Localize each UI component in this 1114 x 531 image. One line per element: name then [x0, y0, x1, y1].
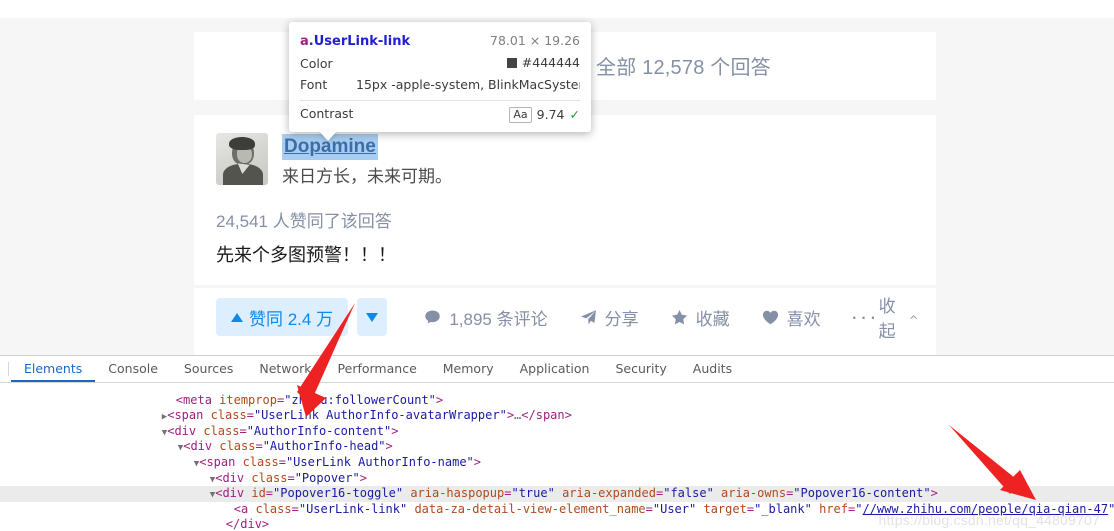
- answer-excerpt-text: 先来个多图预警！！！: [216, 245, 396, 265]
- tab-sources-label: Sources: [183, 360, 234, 376]
- tooltip-color-value: #444444: [521, 55, 580, 70]
- tab-application-label: Application: [519, 360, 590, 376]
- devtools-panel: Elements Console Sources Network Perform…: [0, 355, 1114, 531]
- voters-count-label: 24,541 人赞同了该回答: [216, 212, 392, 231]
- tab-memory-label: Memory: [442, 360, 494, 376]
- triangle-up-icon: [231, 312, 243, 322]
- tooltip-contrast-value-group: Aa 9.74 ✓: [509, 106, 580, 123]
- answer-action-bar: 赞同 2.4 万 1,895 条评论 分享 收藏 喜欢 ··· 收起: [216, 297, 918, 341]
- tooltip-selector-class: .UserLink-link: [308, 34, 411, 49]
- tab-security[interactable]: Security: [602, 356, 679, 382]
- favorite-button[interactable]: 收藏: [671, 305, 730, 330]
- screenshot-root: 全部 12,578 个回答 Dopamine 来日方长，未来可期。 24,541…: [0, 0, 1114, 531]
- tooltip-pointer-arrow: [319, 130, 337, 141]
- heart-icon: [762, 310, 778, 324]
- tab-console[interactable]: Console: [95, 356, 171, 382]
- avatar-hair-shape: [229, 137, 255, 150]
- contrast-aa-badge: Aa: [509, 106, 532, 123]
- tooltip-color-row: Color #444444: [300, 52, 580, 74]
- tab-application[interactable]: Application: [507, 356, 603, 382]
- collapse-label: 收起: [878, 297, 896, 341]
- answer-card: Dopamine 来日方长，未来可期。 24,541 人赞同了该回答 先来个多图…: [194, 115, 936, 285]
- tooltip-selector: a.UserLink-link: [300, 34, 410, 49]
- author-bio: 来日方长，未来可期。: [282, 166, 452, 186]
- tab-performance-label: Performance: [337, 360, 417, 376]
- avatar[interactable]: [216, 133, 268, 185]
- tooltip-font-row: Font 15px -apple-system, BlinkMacSystemF…: [300, 74, 580, 95]
- page-top-strip: [0, 0, 1114, 18]
- inspector-tooltip: a.UserLink-link 78.01 × 19.26 Color #444…: [289, 22, 591, 141]
- upvote-button[interactable]: 赞同 2.4 万: [216, 298, 349, 336]
- more-options-button[interactable]: ···: [850, 304, 879, 330]
- like-button[interactable]: 喜欢: [762, 305, 821, 330]
- tab-audits-label: Audits: [692, 360, 733, 376]
- tabbar-divider: [8, 362, 9, 376]
- tooltip-dimensions: 78.01 × 19.26: [490, 33, 580, 48]
- downvote-button[interactable]: [357, 298, 388, 336]
- tab-performance[interactable]: Performance: [325, 356, 430, 382]
- tab-console-label: Console: [108, 360, 158, 376]
- tab-network-label: Network: [259, 360, 312, 376]
- more-dots-icon: ···: [850, 304, 879, 330]
- comment-label: 1,895 条评论: [449, 309, 548, 329]
- tooltip-color-key: Color: [300, 55, 333, 71]
- chevron-up-icon: [909, 315, 917, 320]
- tab-elements-label: Elements: [24, 360, 83, 376]
- triangle-down-icon: [366, 312, 379, 322]
- contrast-pass-check-icon: ✓: [569, 107, 580, 122]
- dom-line-meta[interactable]: <meta itemprop="zhihu:followerCount">: [0, 383, 1114, 407]
- comment-bubble-icon: [425, 309, 441, 323]
- tab-audits[interactable]: Audits: [680, 356, 745, 382]
- tooltip-selector-row: a.UserLink-link 78.01 × 19.26: [300, 30, 580, 52]
- author-row: Dopamine 来日方长，未来可期。: [216, 133, 452, 189]
- tooltip-font-value: 15px -apple-system, BlinkMacSystemFont…: [356, 76, 580, 92]
- favorite-label: 收藏: [695, 309, 730, 329]
- watermark: https://blog.csdn.net/qq_44809707: [878, 512, 1100, 528]
- tooltip-contrast-key: Contrast: [300, 105, 354, 121]
- tab-memory[interactable]: Memory: [430, 356, 507, 382]
- share-paperplane-icon: [580, 309, 596, 324]
- tab-elements[interactable]: Elements: [11, 356, 96, 382]
- tooltip-contrast-value: 9.74: [536, 107, 565, 122]
- tooltip-color-value-group: #444444: [506, 55, 580, 70]
- collapse-button[interactable]: 收起: [879, 292, 918, 342]
- tooltip-contrast-row: Contrast Aa 9.74 ✓: [300, 103, 580, 126]
- star-icon: [671, 309, 687, 324]
- upvote-label: 赞同 2.4 万: [249, 309, 334, 329]
- share-button[interactable]: 分享: [580, 305, 639, 330]
- tab-security-label: Security: [615, 360, 667, 376]
- tab-sources[interactable]: Sources: [171, 356, 246, 382]
- author-text-block: Dopamine 来日方长，未来可期。: [282, 133, 452, 189]
- like-label: 喜欢: [786, 309, 821, 329]
- answer-action-bar-card: 赞同 2.4 万 1,895 条评论 分享 收藏 喜欢 ··· 收起: [194, 288, 936, 355]
- tooltip-separator: [300, 99, 580, 101]
- share-label: 分享: [604, 309, 639, 329]
- devtools-tab-bar: Elements Console Sources Network Perform…: [0, 356, 1114, 383]
- tooltip-font-key: Font: [300, 76, 328, 92]
- all-answers-label: 全部 12,578 个回答: [596, 57, 771, 79]
- tooltip-selector-tag: a: [300, 34, 309, 49]
- color-swatch-icon: [506, 57, 517, 68]
- dom-tree[interactable]: <meta itemprop="zhihu:followerCount"> ▶<…: [0, 383, 1114, 531]
- comment-button[interactable]: 1,895 条评论: [424, 305, 548, 330]
- tab-network[interactable]: Network: [246, 356, 324, 382]
